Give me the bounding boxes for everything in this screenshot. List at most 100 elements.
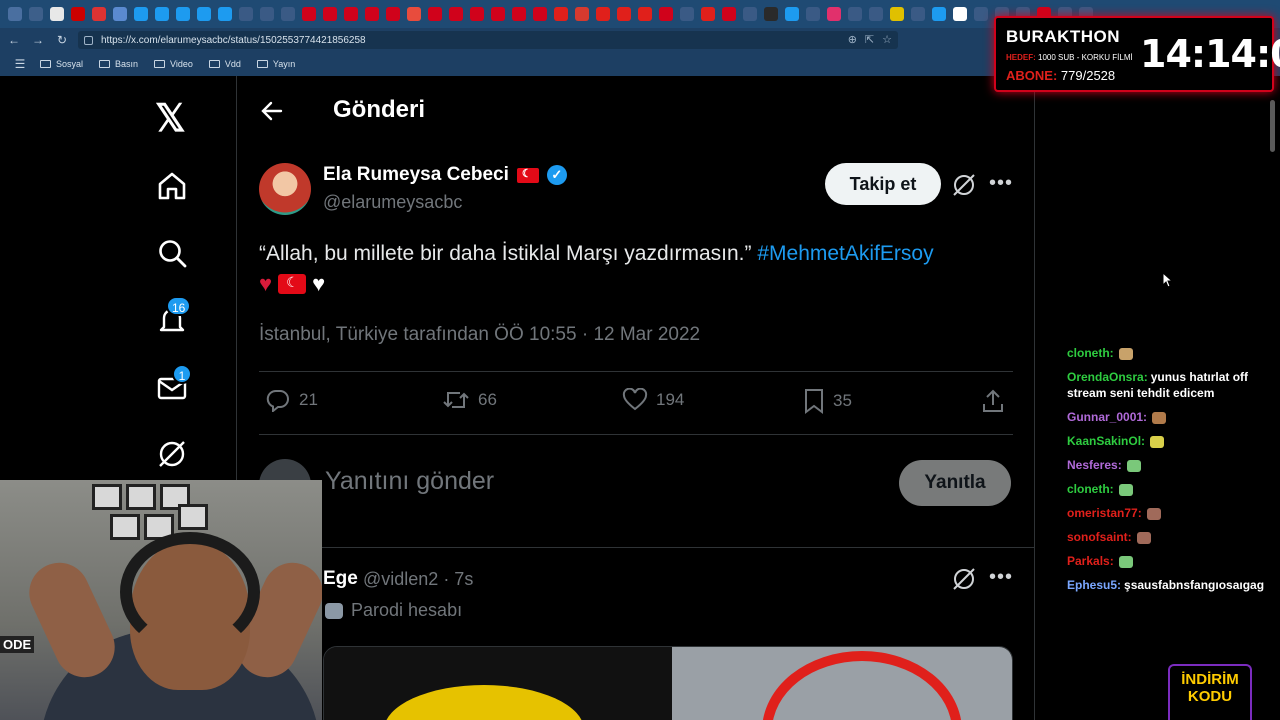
browser-tab-icon[interactable]: [343, 7, 358, 21]
browser-tab-icon[interactable]: [511, 7, 526, 21]
grok-icon[interactable]: [951, 172, 977, 198]
browser-tab-icon[interactable]: [553, 7, 568, 21]
grok-icon[interactable]: [154, 436, 190, 472]
browser-tab-icon[interactable]: [448, 7, 463, 21]
browser-tab-icon[interactable]: [658, 7, 673, 21]
browser-tab-icon[interactable]: [301, 7, 316, 21]
browser-tab-icon[interactable]: [532, 7, 547, 21]
bookmark-folder[interactable]: Vdd: [208, 59, 241, 69]
browser-tab-icon[interactable]: [49, 7, 64, 21]
forward-nav-icon[interactable]: →: [28, 33, 48, 47]
retweet-action[interactable]: 66: [442, 388, 497, 412]
browser-tab-icon[interactable]: [637, 7, 652, 21]
browser-tab-icon[interactable]: [7, 7, 22, 21]
reply-input[interactable]: Yanıtını gönder: [325, 467, 494, 496]
bookmark-folder[interactable]: Video: [154, 59, 193, 69]
browser-tab-icon[interactable]: [70, 7, 85, 21]
notifications-icon[interactable]: 16: [154, 296, 192, 338]
browser-tab-icon[interactable]: [217, 7, 232, 21]
reply-media-image[interactable]: [323, 646, 1013, 720]
share-action[interactable]: [981, 388, 1013, 414]
bookmark-folder[interactable]: Basın: [99, 59, 138, 69]
browser-tab-icon[interactable]: [889, 7, 904, 21]
scrollbar-thumb[interactable]: [1270, 100, 1275, 152]
author-handle[interactable]: @elarumeysacbc: [323, 192, 462, 213]
home-icon[interactable]: [154, 168, 190, 204]
browser-tab-icon[interactable]: [259, 7, 274, 21]
chat-username[interactable]: KaanSakinOl:: [1067, 434, 1145, 448]
browser-tab-icon[interactable]: [574, 7, 589, 21]
browser-tab-icon[interactable]: [469, 7, 484, 21]
browser-tab-icon[interactable]: [427, 7, 442, 21]
more-options-icon[interactable]: •••: [989, 566, 1013, 589]
author-name-row[interactable]: Ela Rumeysa Cebeci ✓: [323, 164, 567, 186]
messages-icon[interactable]: 1: [154, 364, 192, 406]
chat-username[interactable]: cloneth:: [1067, 346, 1114, 360]
bookmark-folder[interactable]: Sosyal: [40, 59, 83, 69]
browser-tab-icon[interactable]: [910, 7, 925, 21]
browser-tab-icon[interactable]: [847, 7, 862, 21]
browser-tab-icon[interactable]: [322, 7, 337, 21]
chat-username[interactable]: cloneth:: [1067, 482, 1114, 496]
zoom-icon[interactable]: ⊕: [848, 33, 857, 46]
browser-tab-icon[interactable]: [595, 7, 610, 21]
chat-emote-icon: [1152, 411, 1167, 424]
browser-tab-icon[interactable]: [175, 7, 190, 21]
browser-tab-icon[interactable]: [784, 7, 799, 21]
follow-button[interactable]: Takip et: [825, 163, 941, 205]
search-icon[interactable]: [154, 235, 190, 271]
chat-username[interactable]: Ephesu5:: [1067, 578, 1121, 592]
url-field[interactable]: https://x.com/elarumeysacbc/status/15025…: [78, 31, 898, 49]
browser-tab-icon[interactable]: [28, 7, 43, 21]
chat-emote-icon: [1126, 459, 1141, 472]
browser-tab-icon[interactable]: [490, 7, 505, 21]
hashtag-link[interactable]: #MehmetAkifErsoy: [757, 242, 933, 265]
browser-tab-icon[interactable]: [364, 7, 379, 21]
grok-icon[interactable]: [951, 566, 977, 592]
browser-tab-icon[interactable]: [616, 7, 631, 21]
browser-tab-icon[interactable]: [154, 7, 169, 21]
like-action[interactable]: 194: [622, 388, 684, 412]
browser-tab-icon[interactable]: [721, 7, 736, 21]
browser-tab-icon[interactable]: [238, 7, 253, 21]
reply-action[interactable]: 21: [265, 388, 318, 412]
browser-tab-icon[interactable]: [385, 7, 400, 21]
browser-tab-icon[interactable]: [679, 7, 694, 21]
reply-author-name[interactable]: Ege: [323, 568, 358, 590]
browser-tab-icon[interactable]: [280, 7, 295, 21]
refresh-icon[interactable]: ↻: [52, 33, 72, 47]
back-nav-icon[interactable]: ←: [4, 33, 24, 47]
reply-author-handle[interactable]: @vidlen2 · 7s: [363, 569, 473, 590]
browser-tab-icon[interactable]: [952, 7, 967, 21]
chat-username[interactable]: Gunnar_0001:: [1067, 410, 1147, 424]
browser-tab-icon[interactable]: [931, 7, 946, 21]
chat-username[interactable]: Nesferes:: [1067, 458, 1122, 472]
browser-tab-icon[interactable]: [868, 7, 883, 21]
bookmark-folder[interactable]: Yayın: [256, 59, 295, 69]
browser-tab-icon[interactable]: [826, 7, 841, 21]
chat-username[interactable]: Parkals:: [1067, 554, 1114, 568]
browser-tab-icon[interactable]: [406, 7, 421, 21]
author-avatar[interactable]: [259, 163, 311, 215]
browser-tab-icon[interactable]: [742, 7, 757, 21]
bookmarks-menu-icon[interactable]: ☰: [10, 57, 30, 71]
browser-tab-icon[interactable]: [805, 7, 820, 21]
browser-tab-icon[interactable]: [91, 7, 106, 21]
author-name[interactable]: Ela Rumeysa Cebeci: [323, 164, 509, 186]
reply-button[interactable]: Yanıtla: [899, 460, 1011, 506]
bookmark-action[interactable]: 35: [803, 388, 852, 414]
back-arrow-icon[interactable]: [261, 98, 283, 129]
chat-username[interactable]: omeristan77:: [1067, 506, 1142, 520]
browser-tab-icon[interactable]: [196, 7, 211, 21]
browser-tab-icon[interactable]: [112, 7, 127, 21]
more-options-icon[interactable]: •••: [989, 172, 1013, 195]
browser-tab-icon[interactable]: [763, 7, 778, 21]
chat-username[interactable]: OrendaOnsra:: [1067, 370, 1148, 384]
x-logo-icon[interactable]: 𝕏: [155, 96, 186, 141]
browser-tab-icon[interactable]: [133, 7, 148, 21]
share-icon[interactable]: ⇱: [865, 33, 874, 46]
chat-username[interactable]: sonofsaint:: [1067, 530, 1132, 544]
browser-tab-icon[interactable]: [700, 7, 715, 21]
browser-tab-icon[interactable]: [973, 7, 988, 21]
star-icon[interactable]: ☆: [882, 33, 892, 46]
